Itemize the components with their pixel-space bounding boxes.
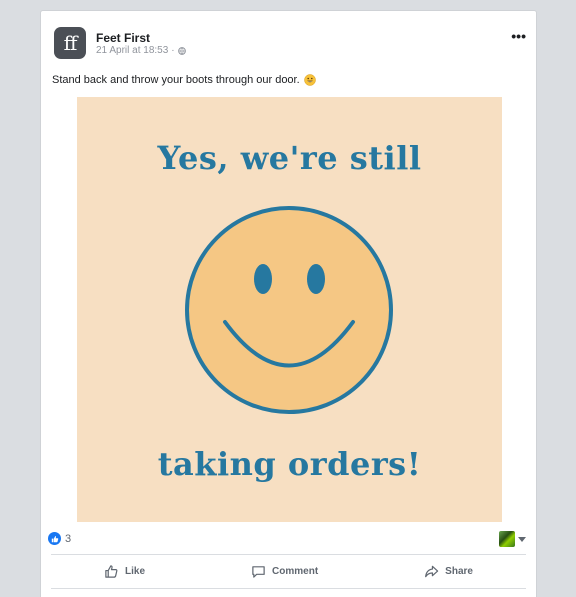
reaction-summary[interactable]: 3 [48, 532, 71, 545]
share-icon [425, 565, 439, 577]
like-button[interactable]: Like [104, 564, 145, 579]
comment-label: Comment [272, 565, 319, 577]
meta-separator: · [171, 45, 175, 56]
post-timestamp[interactable]: 21 April at 18:53 [96, 45, 168, 56]
post-card: ff Feet First 21 April at 18:53 · ••• St… [40, 10, 537, 597]
thumbs-up-icon [105, 564, 118, 578]
chevron-down-icon [518, 536, 526, 542]
share-label: Share [445, 565, 473, 577]
post-meta: 21 April at 18:53 · [96, 45, 186, 56]
image-headline-bottom: taking orders! [157, 445, 422, 483]
comment-icon [252, 565, 265, 578]
viewer-avatar [499, 531, 515, 547]
post-author-name[interactable]: Feet First [96, 31, 150, 45]
post-actions: Like Comment Share [51, 557, 526, 585]
reaction-as-selector[interactable] [499, 531, 526, 547]
page-avatar[interactable]: ff [54, 27, 86, 59]
like-reaction-icon [48, 532, 61, 545]
grinning-emoji-icon [303, 74, 316, 86]
smiley-face-icon [185, 206, 393, 414]
globe-icon[interactable] [177, 46, 186, 55]
post-message: Stand back and throw your boots through … [52, 74, 316, 86]
like-label: Like [125, 565, 146, 577]
share-button[interactable]: Share [424, 564, 473, 579]
divider [51, 588, 526, 589]
post-image[interactable]: Yes, we're still taking orders! [77, 97, 502, 522]
reaction-count: 3 [65, 532, 72, 545]
image-headline-top: Yes, we're still [157, 139, 422, 177]
divider [51, 554, 526, 555]
page: ff Feet First 21 April at 18:53 · ••• St… [0, 0, 576, 597]
post-text: Stand back and throw your boots through … [52, 74, 300, 86]
comment-button[interactable]: Comment [251, 564, 318, 579]
more-options-button[interactable]: ••• [511, 29, 526, 43]
